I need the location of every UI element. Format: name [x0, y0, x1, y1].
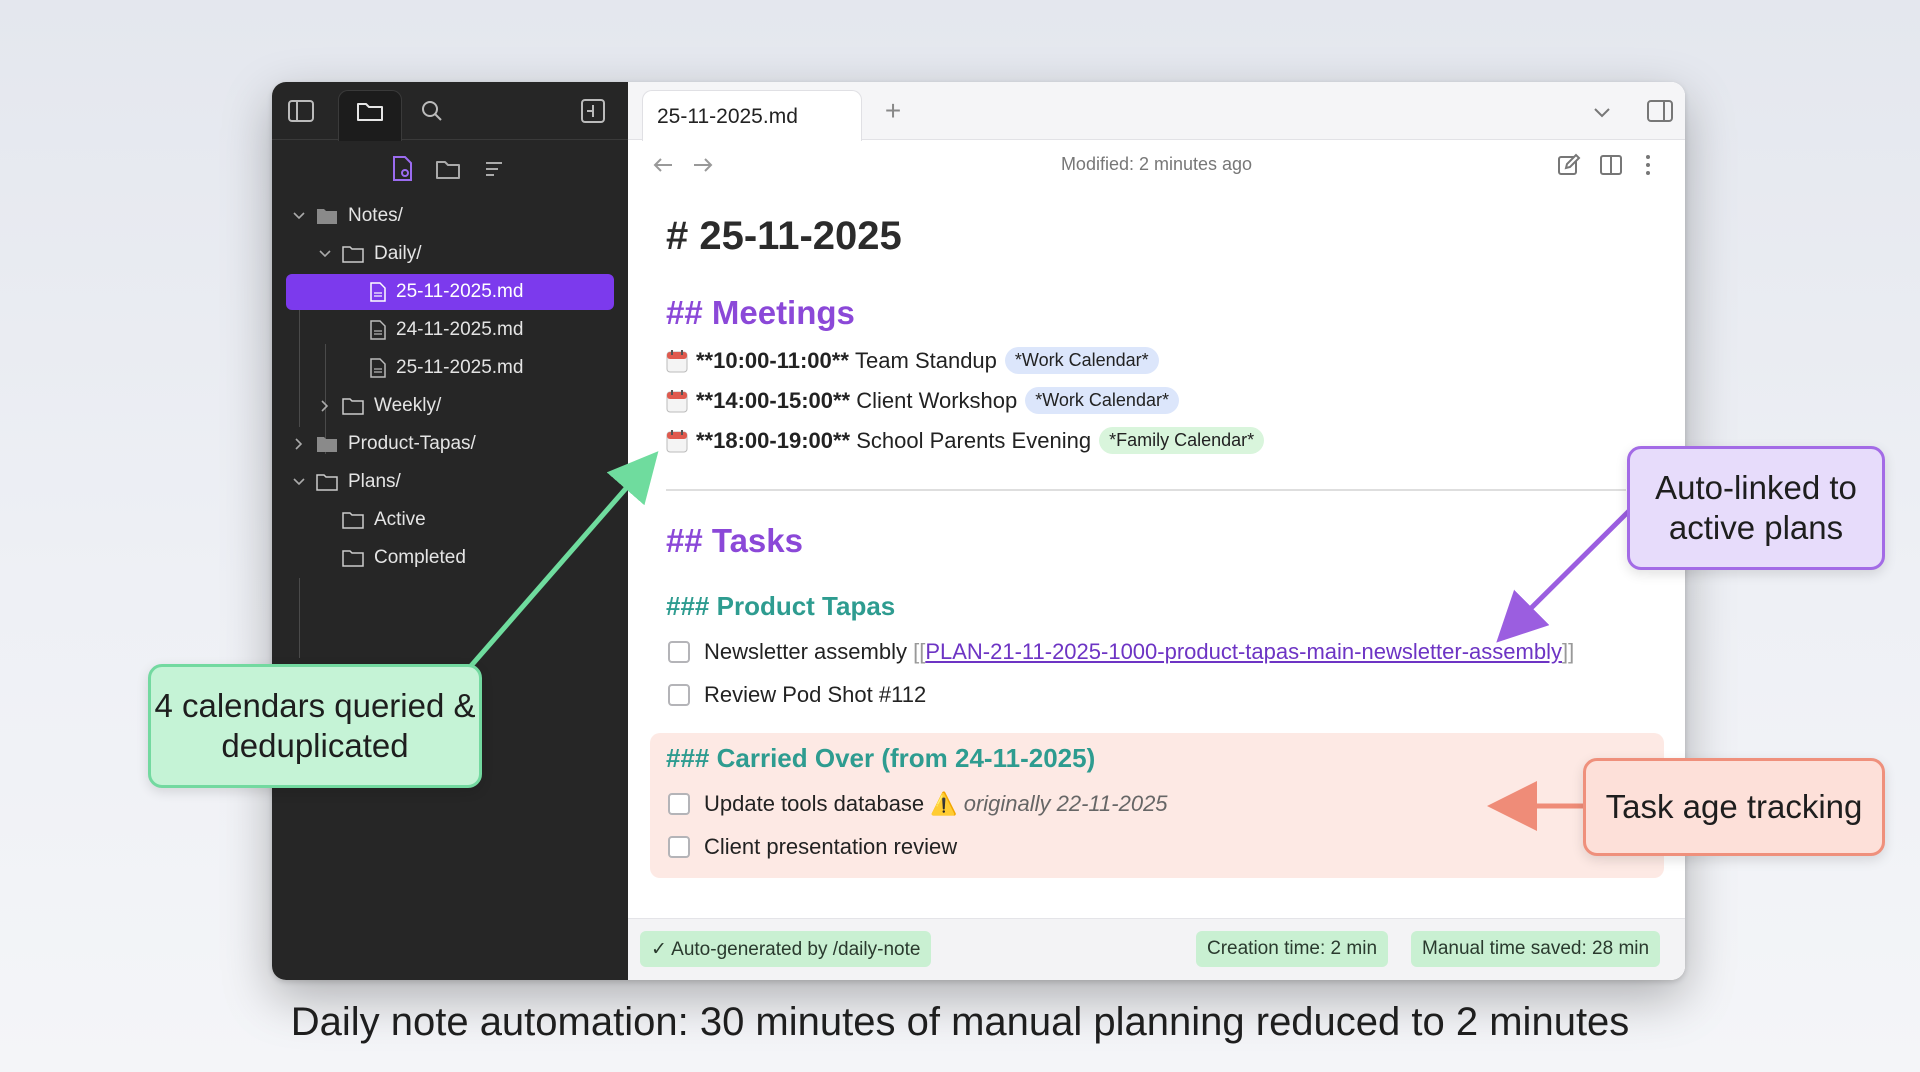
tree-label: Completed: [374, 547, 466, 568]
time-saved-badge: Manual time saved: 28 min: [1411, 931, 1661, 967]
app-window: Notes/ Daily/ 25-11-2025.md 24-11-2025.m…: [272, 82, 1685, 980]
tree-file-active[interactable]: 25-11-2025.md: [286, 274, 614, 310]
file-icon: [370, 358, 386, 378]
tree-label: Active: [374, 509, 426, 530]
folder-open-icon: [316, 473, 338, 491]
folder-icon: [342, 511, 364, 529]
meeting-title: Team Standup: [855, 347, 997, 373]
caption: Daily note automation: 30 minutes of man…: [290, 1000, 1630, 1044]
calendar-icon: [666, 389, 688, 413]
file-icon: [370, 320, 386, 340]
file-icon: [370, 282, 386, 302]
meeting-time: **10:00-11:00**: [696, 347, 849, 373]
task-checkbox[interactable]: [668, 793, 690, 815]
tree-file[interactable]: 25-11-2025.md: [370, 350, 523, 386]
meetings-heading: ## Meetings: [666, 294, 855, 331]
split-view-icon[interactable]: [1596, 150, 1626, 180]
tree-label: Weekly/: [374, 395, 442, 416]
tree-label: 24-11-2025.md: [396, 319, 524, 340]
toggle-right-sidebar-icon[interactable]: [1644, 96, 1676, 126]
editor-pane: 25-11-2025.md + Modified: 2 minutes ago: [628, 82, 1685, 980]
auto-generated-badge: ✓ Auto-generated by /daily-note: [640, 931, 932, 967]
product-tapas-heading: ### Product Tapas: [666, 591, 896, 621]
task-row: Newsletter assembly [[PLAN-21-11-2025-10…: [668, 639, 1574, 665]
calendar-tag: *Work Calendar*: [1004, 347, 1159, 374]
meeting-row: **14:00-15:00** Client Workshop *Work Ca…: [666, 387, 1179, 414]
tree-folder-weekly[interactable]: Weekly/: [316, 388, 441, 424]
calendar-tag: *Family Calendar*: [1099, 427, 1265, 454]
callout-auto-linked: Auto-linked to active plans: [1627, 446, 1885, 570]
tab-note[interactable]: 25-11-2025.md: [642, 90, 862, 141]
calendar-tag: *Work Calendar*: [1025, 387, 1179, 414]
folder-icon: [342, 549, 364, 567]
task-checkbox[interactable]: [668, 684, 690, 706]
meeting-title: Client Workshop: [856, 387, 1018, 413]
folder-filled-icon: [316, 435, 338, 453]
tree-label: 25-11-2025.md: [396, 357, 524, 378]
calendar-icon: [666, 349, 688, 373]
meeting-time: **14:00-15:00**: [696, 387, 851, 413]
status-bar: ✓ Auto-generated by /daily-note Creation…: [628, 918, 1685, 980]
chevron-down-icon: [316, 250, 334, 258]
task-text: Newsletter assembly: [704, 639, 907, 664]
task-checkbox[interactable]: [668, 641, 690, 663]
carried-over-heading: ### Carried Over (from 24-11-2025): [666, 743, 1096, 773]
task-row: Review Pod Shot #112: [668, 682, 926, 708]
task-original-date: originally 22-11-2025: [963, 791, 1168, 816]
link-bracket-close: ]]: [1561, 639, 1575, 664]
chevron-right-icon: [290, 438, 308, 450]
chevron-down-icon: [290, 212, 308, 220]
edit-icon[interactable]: [1554, 150, 1584, 180]
creation-time-badge: Creation time: 2 min: [1196, 931, 1389, 967]
tree-folder-completed[interactable]: Completed: [342, 540, 466, 576]
task-row: Update tools database ⚠️ originally 22-1…: [668, 791, 1168, 817]
tree-label: Plans/: [348, 471, 401, 492]
note-toolbar: Modified: 2 minutes ago: [628, 140, 1685, 190]
task-checkbox[interactable]: [668, 836, 690, 858]
task-row: Client presentation review: [668, 834, 957, 860]
task-text: Review Pod Shot #112: [704, 682, 927, 707]
divider: [666, 489, 1626, 491]
chevron-down-icon[interactable]: [1589, 100, 1615, 126]
task-text: Update tools database: [704, 791, 925, 816]
meeting-time: **18:00-19:00**: [696, 427, 851, 453]
link-bracket-open: [[: [913, 639, 926, 664]
meeting-title: School Parents Evening: [856, 427, 1092, 453]
plan-wiki-link[interactable]: PLAN-21-11-2025-1000-product-tapas-main-…: [925, 639, 1562, 665]
folder-icon: [342, 397, 364, 415]
tree-folder-active[interactable]: Active: [342, 502, 426, 538]
tree-label: Notes/: [348, 205, 403, 226]
meeting-row: **18:00-19:00** School Parents Evening *…: [666, 427, 1265, 454]
chevron-right-icon: [316, 400, 334, 412]
callout-calendars: 4 calendars queried & deduplicated: [148, 664, 482, 788]
folder-open-icon: [342, 245, 364, 263]
callout-task-age: Task age tracking: [1583, 758, 1885, 856]
tree-folder-plans[interactable]: Plans/: [290, 464, 401, 500]
tree-label: 25-11-2025.md: [396, 281, 524, 302]
tree-folder-product-tapas[interactable]: Product-Tapas/: [290, 426, 476, 462]
modified-status: Modified: 2 minutes ago: [1060, 154, 1253, 174]
folder-filled-icon: [316, 207, 338, 225]
more-options-icon[interactable]: [1638, 150, 1658, 180]
file-tree: Notes/ Daily/ 25-11-2025.md 24-11-2025.m…: [272, 82, 628, 980]
task-text: Client presentation review: [704, 834, 958, 859]
chevron-down-icon: [290, 478, 308, 486]
tab-bar: 25-11-2025.md +: [628, 82, 1685, 141]
tree-folder-daily[interactable]: Daily/: [316, 236, 422, 272]
warning-icon: ⚠️: [930, 791, 958, 816]
calendar-icon: [666, 429, 688, 453]
meeting-row: **10:00-11:00** Team Standup *Work Calen…: [666, 347, 1159, 374]
tasks-heading: ## Tasks: [666, 522, 803, 559]
tab-title: 25-11-2025.md: [657, 105, 798, 128]
new-tab-button[interactable]: +: [878, 95, 908, 126]
tree-label: Product-Tapas/: [348, 433, 476, 454]
note-title: # 25-11-2025: [666, 214, 902, 258]
tree-file[interactable]: 24-11-2025.md: [370, 312, 523, 348]
sidebar: Notes/ Daily/ 25-11-2025.md 24-11-2025.m…: [272, 82, 628, 980]
tree-folder-notes[interactable]: Notes/: [290, 198, 403, 234]
tree-label: Daily/: [374, 243, 422, 264]
